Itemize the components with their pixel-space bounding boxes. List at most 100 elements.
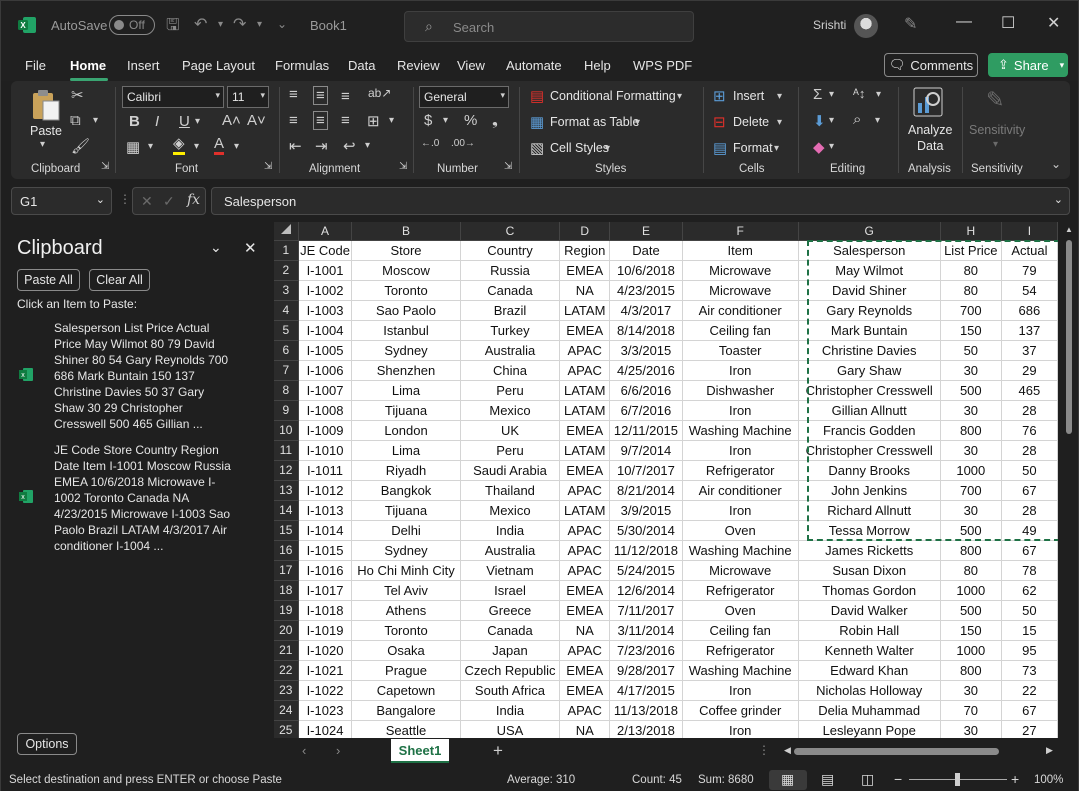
decrease-decimal-icon[interactable]: .00→ bbox=[451, 138, 475, 149]
save-icon[interactable]: 🖫 bbox=[166, 14, 180, 41]
scroll-thumb[interactable] bbox=[1066, 240, 1072, 434]
cell[interactable]: India bbox=[460, 520, 561, 541]
more-icon[interactable]: ⋮ bbox=[758, 743, 770, 757]
cell[interactable]: Christine Davies bbox=[798, 340, 941, 361]
cell[interactable]: EMEA bbox=[559, 660, 611, 681]
cell[interactable]: Thailand bbox=[460, 480, 561, 501]
format-table-dropdown-icon[interactable]: ▾ bbox=[635, 117, 640, 128]
cell[interactable]: List Price bbox=[940, 240, 1002, 261]
cell[interactable]: EMEA bbox=[559, 420, 611, 441]
column-header[interactable]: E bbox=[609, 222, 683, 241]
select-all-corner[interactable] bbox=[274, 222, 299, 241]
font-color-icon[interactable]: A bbox=[214, 136, 225, 155]
cell[interactable]: 700 bbox=[940, 480, 1002, 501]
cell[interactable]: Lesleyann Pope bbox=[798, 720, 941, 738]
cell[interactable]: I-1019 bbox=[298, 620, 353, 641]
cell[interactable]: EMEA bbox=[559, 600, 611, 621]
row-header[interactable]: 25 bbox=[274, 720, 299, 738]
cell[interactable]: Iron bbox=[682, 720, 799, 738]
cell[interactable]: 49 bbox=[1001, 520, 1058, 541]
tab-sheet1[interactable]: Sheet1 bbox=[391, 739, 449, 763]
tab-review[interactable]: Review bbox=[397, 58, 440, 73]
tab-page-layout[interactable]: Page Layout bbox=[182, 58, 255, 73]
cell[interactable]: 11/13/2018 bbox=[609, 700, 683, 721]
cell[interactable]: LATAM bbox=[559, 440, 611, 461]
cell[interactable]: Item bbox=[682, 240, 799, 261]
cell[interactable]: UK bbox=[460, 420, 561, 441]
cell[interactable]: 28 bbox=[1001, 440, 1058, 461]
cell[interactable]: 5/24/2015 bbox=[609, 560, 683, 581]
cell[interactable]: Sydney bbox=[351, 540, 461, 561]
tab-view[interactable]: View bbox=[457, 58, 485, 73]
cell[interactable]: I-1014 bbox=[298, 520, 353, 541]
font-launcher-icon[interactable]: ⇲ bbox=[264, 161, 272, 172]
cell[interactable]: Dishwasher bbox=[682, 380, 799, 401]
cell[interactable]: Sydney bbox=[351, 340, 461, 361]
cell[interactable]: Region bbox=[559, 240, 611, 261]
cell[interactable]: 150 bbox=[940, 320, 1002, 341]
cell[interactable]: NA bbox=[559, 720, 611, 738]
underline-icon[interactable]: U bbox=[179, 113, 190, 130]
cell[interactable]: 30 bbox=[940, 720, 1002, 738]
align-middle-icon[interactable]: ≡ bbox=[313, 86, 328, 105]
cell[interactable]: 10/6/2018 bbox=[609, 260, 683, 281]
copy-dropdown-icon[interactable]: ▾ bbox=[93, 115, 98, 126]
borders-dropdown-icon[interactable]: ▾ bbox=[148, 141, 153, 152]
worksheet-grid[interactable]: A B C D E F G H I 1 JE Code Store Country Region Date I… bbox=[274, 222, 1058, 738]
cell[interactable]: John Jenkins bbox=[798, 480, 941, 501]
conditional-formatting-button[interactable]: Conditional Formatting bbox=[550, 89, 676, 103]
cell[interactable]: Refrigerator bbox=[682, 580, 799, 601]
align-center-icon[interactable]: ≡ bbox=[313, 111, 328, 130]
row-header[interactable]: 5 bbox=[274, 320, 299, 341]
scroll-thumb[interactable] bbox=[794, 748, 999, 755]
cell[interactable]: 3/9/2015 bbox=[609, 500, 683, 521]
scroll-up-icon[interactable]: ▲ bbox=[1065, 225, 1073, 234]
cell[interactable]: India bbox=[460, 700, 561, 721]
cell[interactable]: Japan bbox=[460, 640, 561, 661]
cell[interactable]: EMEA bbox=[559, 580, 611, 601]
cell[interactable]: Microwave bbox=[682, 560, 799, 581]
cell[interactable]: 9/7/2014 bbox=[609, 440, 683, 461]
row-header[interactable]: 12 bbox=[274, 460, 299, 481]
cell[interactable]: 686 bbox=[1001, 300, 1058, 321]
cell[interactable]: 37 bbox=[1001, 340, 1058, 361]
cell[interactable]: 465 bbox=[1001, 380, 1058, 401]
cell[interactable]: Robin Hall bbox=[798, 620, 941, 641]
zoom-out-icon[interactable]: − bbox=[894, 771, 902, 787]
increase-font-icon[interactable]: A˄ bbox=[222, 112, 241, 129]
cell[interactable]: 67 bbox=[1001, 480, 1058, 501]
cell[interactable]: 30 bbox=[940, 440, 1002, 461]
cell[interactable]: 8/14/2018 bbox=[609, 320, 683, 341]
row-header[interactable]: 21 bbox=[274, 640, 299, 661]
tab-home[interactable]: Home bbox=[70, 58, 106, 73]
font-color-dropdown-icon[interactable]: ▾ bbox=[234, 141, 239, 152]
cell[interactable]: 15 bbox=[1001, 620, 1058, 641]
cell[interactable]: 30 bbox=[940, 680, 1002, 701]
clear-dropdown-icon[interactable]: ▾ bbox=[829, 141, 834, 152]
tab-data[interactable]: Data bbox=[348, 58, 375, 73]
cell[interactable]: 4/23/2015 bbox=[609, 280, 683, 301]
cell[interactable]: APAC bbox=[559, 340, 611, 361]
tab-formulas[interactable]: Formulas bbox=[275, 58, 329, 73]
find-select-icon[interactable]: ⌕ bbox=[853, 111, 861, 128]
row-header[interactable]: 9 bbox=[274, 400, 299, 421]
cell[interactable]: I-1016 bbox=[298, 560, 353, 581]
cell[interactable]: Toaster bbox=[682, 340, 799, 361]
cell[interactable]: South Africa bbox=[460, 680, 561, 701]
scroll-left-icon[interactable]: ◀ bbox=[784, 745, 791, 756]
cell[interactable]: 28 bbox=[1001, 400, 1058, 421]
delete-cells-icon[interactable]: ⊟ bbox=[713, 113, 726, 131]
zoom-in-icon[interactable]: + bbox=[1011, 771, 1019, 787]
cell[interactable]: 54 bbox=[1001, 280, 1058, 301]
row-header[interactable]: 17 bbox=[274, 560, 299, 581]
format-painter-icon[interactable]: 🖌 bbox=[71, 137, 90, 155]
paste-dropdown-icon[interactable]: ▾ bbox=[40, 139, 45, 150]
cell[interactable]: Country bbox=[460, 240, 561, 261]
cell[interactable]: Oven bbox=[682, 600, 799, 621]
cell[interactable]: Turkey bbox=[460, 320, 561, 341]
cell[interactable]: Istanbul bbox=[351, 320, 461, 341]
cell[interactable]: 67 bbox=[1001, 540, 1058, 561]
conditional-dropdown-icon[interactable]: ▾ bbox=[677, 91, 682, 102]
row-header[interactable]: 2 bbox=[274, 260, 299, 281]
row-header[interactable]: 8 bbox=[274, 380, 299, 401]
